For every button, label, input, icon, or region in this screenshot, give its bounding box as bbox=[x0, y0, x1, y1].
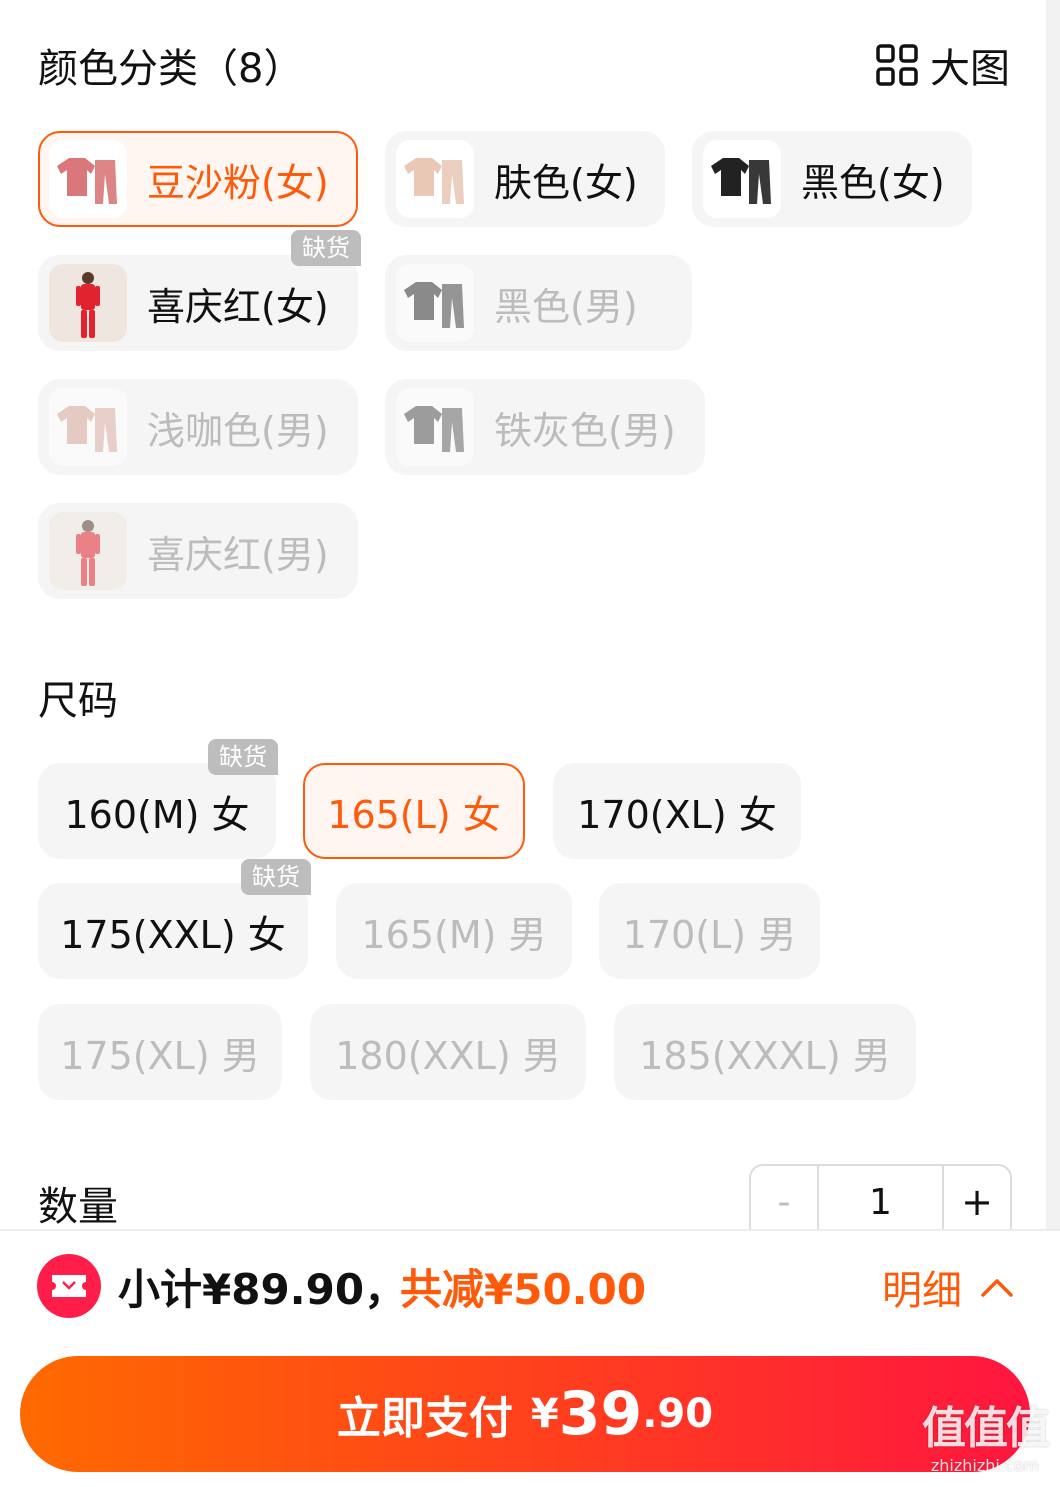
big-image-toggle[interactable]: 大图 bbox=[876, 36, 1010, 94]
color-option-label: 喜庆红(男) bbox=[147, 532, 329, 577]
color-thumbnail bbox=[49, 140, 127, 218]
color-option[interactable]: 黑色(男) bbox=[385, 255, 692, 351]
decrement-button[interactable]: - bbox=[751, 1166, 819, 1238]
pay-button-label: 立即支付 bbox=[336, 1393, 513, 1444]
color-option[interactable]: 喜庆红(女) bbox=[38, 255, 358, 351]
color-option-label: 肤色(女) bbox=[494, 160, 638, 205]
size-option[interactable]: 175(XXL) 女 bbox=[38, 883, 308, 979]
details-label: 明细 bbox=[882, 1268, 962, 1314]
size-option[interactable]: 180(XXL) 男 bbox=[310, 1004, 586, 1100]
quantity-value[interactable]: 1 bbox=[819, 1166, 942, 1238]
size-section-title: 尺码 bbox=[38, 678, 118, 724]
color-option-label: 浅咖色(男) bbox=[147, 408, 329, 453]
size-option[interactable]: 170(L) 男 bbox=[599, 883, 820, 979]
big-image-label: 大图 bbox=[930, 46, 1010, 92]
increment-button[interactable]: + bbox=[942, 1166, 1010, 1238]
color-thumbnail bbox=[703, 140, 781, 218]
color-option-label: 豆沙粉(女) bbox=[147, 160, 329, 205]
color-option[interactable]: 豆沙粉(女) bbox=[38, 131, 358, 227]
size-option[interactable]: 170(XL) 女 bbox=[553, 763, 801, 859]
details-toggle[interactable]: 明细 bbox=[882, 1258, 1014, 1316]
color-thumbnail bbox=[49, 264, 127, 342]
color-option-label: 铁灰色(男) bbox=[494, 408, 676, 453]
watermark-url: zhizhizhi.com bbox=[930, 1456, 1040, 1475]
color-option[interactable]: 喜庆红(男) bbox=[38, 503, 358, 599]
pay-currency: ¥ bbox=[530, 1391, 559, 1437]
color-option-label: 黑色(男) bbox=[494, 284, 638, 329]
size-option[interactable]: 160(M) 女 bbox=[38, 763, 276, 859]
pay-amount-decimal: .90 bbox=[642, 1391, 714, 1437]
color-option-label: 喜庆红(女) bbox=[147, 284, 329, 329]
color-option[interactable]: 黑色(女) bbox=[692, 131, 972, 227]
color-option[interactable]: 浅咖色(男) bbox=[38, 379, 358, 475]
size-option[interactable]: 185(XXXL) 男 bbox=[614, 1004, 916, 1100]
chevron-up-icon bbox=[981, 1279, 1013, 1297]
coupon-icon bbox=[37, 1254, 101, 1318]
out-of-stock-badge: 缺货 bbox=[291, 230, 361, 266]
color-thumbnail bbox=[396, 140, 474, 218]
color-option[interactable]: 肤色(女) bbox=[385, 131, 665, 227]
color-thumbnail bbox=[49, 388, 127, 466]
color-thumbnail bbox=[396, 388, 474, 466]
subtotal-text: 小计¥89.90， bbox=[118, 1265, 407, 1314]
out-of-stock-badge: 缺货 bbox=[241, 859, 311, 895]
watermark-logo: 值值值 bbox=[922, 1403, 1050, 1454]
color-section-title: 颜色分类（8） bbox=[38, 46, 304, 92]
quantity-section-title: 数量 bbox=[38, 1184, 118, 1230]
size-option[interactable]: 175(XL) 男 bbox=[38, 1004, 282, 1100]
discount-text: 共减¥50.00 bbox=[400, 1265, 647, 1314]
scrollbar-track bbox=[1046, 0, 1060, 1230]
size-option[interactable]: 165(M) 男 bbox=[336, 883, 572, 979]
pay-amount-integer: 39 bbox=[558, 1379, 643, 1449]
out-of-stock-badge: 缺货 bbox=[208, 739, 278, 775]
color-thumbnail bbox=[396, 264, 474, 342]
color-option-label: 黑色(女) bbox=[801, 160, 945, 205]
color-option[interactable]: 铁灰色(男) bbox=[385, 379, 705, 475]
pay-now-button[interactable]: 立即支付 ¥ 39 .90 bbox=[20, 1356, 1030, 1472]
color-thumbnail bbox=[49, 512, 127, 590]
size-option[interactable]: 165(L) 女 bbox=[303, 763, 525, 859]
watermark: 值值值 zhizhizhi.com bbox=[922, 1392, 1050, 1475]
grid-view-icon bbox=[876, 44, 918, 86]
